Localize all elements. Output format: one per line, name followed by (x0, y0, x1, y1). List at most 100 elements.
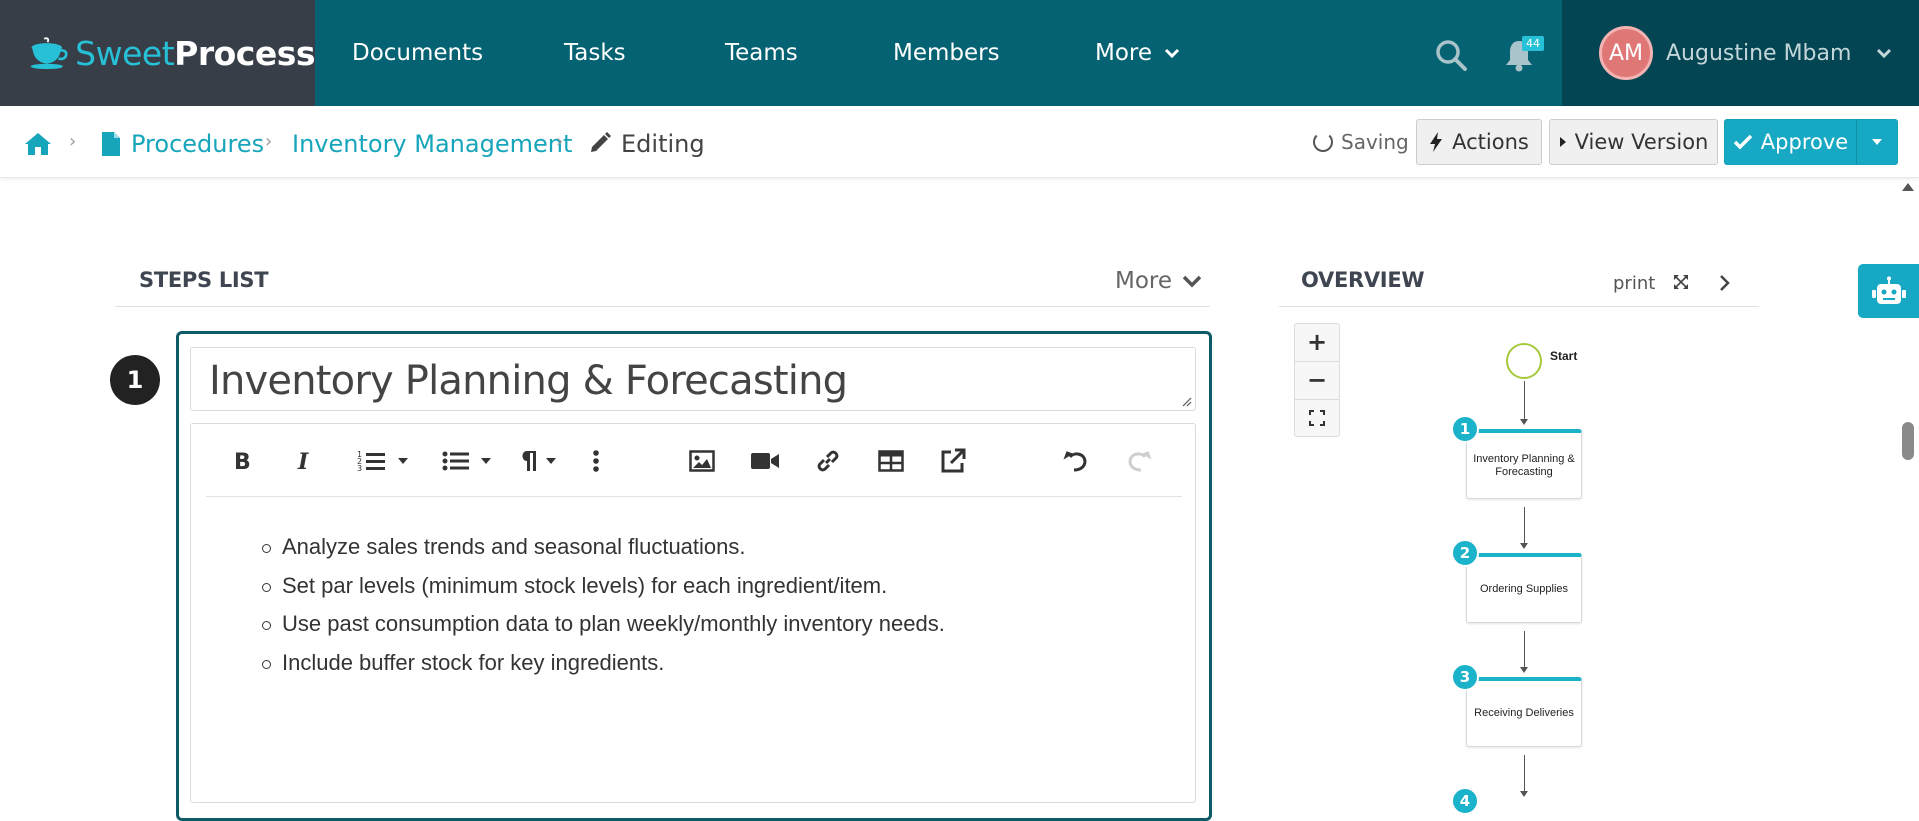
brand-name: SweetProcess (75, 33, 315, 73)
chevron-right-icon[interactable] (1718, 274, 1730, 292)
user-name: Augustine Mbam (1666, 40, 1852, 66)
flow-connector (1524, 507, 1525, 545)
fit-view-button[interactable] (1294, 399, 1340, 437)
step-number-badge: 1 (110, 355, 160, 405)
robot-icon (1871, 276, 1906, 304)
step-title-input[interactable]: Inventory Planning & Forecasting (190, 347, 1196, 411)
unordered-list-icon (442, 451, 469, 471)
home-icon[interactable] (24, 131, 52, 156)
flow-start-node[interactable] (1506, 343, 1542, 379)
saving-status: Saving (1313, 130, 1409, 154)
breadcrumb-procedures[interactable]: Procedures (131, 129, 264, 159)
more-vertical-icon (593, 450, 599, 472)
document-icon (102, 132, 120, 156)
breadcrumb-current: Editing (621, 130, 705, 158)
approve-dropdown-button[interactable] (1856, 119, 1898, 165)
external-link-icon (941, 448, 966, 473)
table-icon (878, 450, 904, 472)
nav-teams[interactable]: Teams (725, 0, 798, 106)
chevron-down-icon (1877, 48, 1892, 59)
avatar: AM (1599, 26, 1653, 80)
caret-down-icon (398, 458, 408, 464)
insert-link-button[interactable] (813, 444, 843, 478)
steps-more-menu[interactable]: More (1115, 268, 1202, 294)
flow-connector (1524, 755, 1525, 793)
print-link[interactable]: print (1613, 273, 1655, 294)
divider (1279, 306, 1759, 307)
caret-down-icon (546, 458, 556, 464)
search-icon[interactable] (1434, 38, 1468, 72)
bold-button[interactable]: B (226, 444, 258, 478)
flow-arrow (1520, 543, 1528, 549)
spinner-icon (1313, 132, 1333, 152)
bolt-icon (1430, 132, 1443, 152)
ordered-list-button[interactable]: 1 2 3 (352, 444, 414, 478)
list-item: Include buffer stock for key ingredients… (262, 645, 945, 684)
insert-video-button[interactable] (749, 444, 781, 478)
scroll-up-arrow[interactable] (1902, 183, 1914, 191)
nav-members[interactable]: Members (893, 0, 1000, 106)
undo-button[interactable] (1061, 444, 1091, 478)
actions-button[interactable]: Actions (1416, 119, 1542, 165)
unordered-list-button[interactable] (436, 444, 498, 478)
link-icon (817, 450, 839, 472)
top-nav: SweetProcess Documents Tasks Teams Membe… (0, 0, 1919, 106)
flow-step-number: 2 (1451, 539, 1479, 567)
flow-arrow (1520, 419, 1528, 425)
redo-button[interactable] (1124, 444, 1154, 478)
breadcrumb-procedure[interactable]: Inventory Management (292, 129, 572, 159)
flow-connector (1524, 381, 1525, 421)
flow-step-box[interactable]: Receiving Deliveries (1466, 677, 1582, 747)
approve-button[interactable]: Approve (1724, 119, 1857, 165)
nav-documents[interactable]: Documents (352, 0, 483, 106)
nav-tasks[interactable]: Tasks (564, 0, 626, 106)
chevron-down-icon (1164, 48, 1180, 59)
flow-connector (1524, 631, 1525, 669)
undo-icon (1063, 451, 1087, 472)
breadcrumb-separator: › (265, 131, 273, 152)
more-options-button[interactable] (584, 444, 608, 478)
list-item: Set par levels (minimum stock levels) fo… (262, 568, 945, 607)
flow-step-number: 3 (1451, 663, 1479, 691)
notification-count-badge: 44 (1522, 36, 1544, 51)
pencil-icon (591, 132, 611, 152)
flow-step-number: 1 (1451, 415, 1479, 443)
flow-step-box[interactable]: Ordering Supplies (1466, 553, 1582, 623)
toolbar-divider (206, 496, 1182, 497)
scrollbar-thumb[interactable] (1902, 422, 1914, 460)
nav-more[interactable]: More (1095, 0, 1180, 106)
italic-button[interactable]: I (288, 444, 320, 478)
assistant-bot-button[interactable] (1858, 264, 1919, 318)
paragraph-format-button[interactable] (514, 444, 562, 478)
flow-arrow (1520, 667, 1528, 673)
brand-logo[interactable]: SweetProcess (0, 0, 315, 106)
resize-grip-icon[interactable] (1182, 397, 1192, 407)
caret-down-icon (1872, 139, 1882, 145)
insert-embed-button[interactable] (938, 444, 968, 478)
caret-down-icon (481, 458, 491, 464)
zoom-in-button[interactable]: + (1294, 323, 1340, 361)
zoom-out-button[interactable]: − (1294, 361, 1340, 399)
caret-right-icon (1559, 137, 1566, 147)
fit-screen-icon (1309, 410, 1325, 426)
list-item: Use past consumption data to plan weekly… (262, 606, 945, 645)
insert-image-button[interactable] (687, 444, 717, 478)
view-version-button[interactable]: View Version (1549, 119, 1718, 165)
list-item: Analyze sales trends and seasonal fluctu… (262, 529, 945, 568)
steps-list-heading: STEPS LIST (139, 268, 269, 292)
user-menu[interactable]: AM Augustine Mbam (1562, 0, 1919, 106)
video-icon (751, 453, 779, 469)
step-content[interactable]: Analyze sales trends and seasonal fluctu… (262, 529, 945, 684)
breadcrumb-separator: › (69, 131, 77, 152)
overview-heading: OVERVIEW (1301, 268, 1425, 292)
ordered-list-icon: 1 2 3 (357, 450, 385, 473)
svg-text:3: 3 (357, 464, 362, 473)
check-icon (1733, 134, 1753, 150)
teacup-logo-icon (30, 37, 68, 70)
divider (115, 306, 1210, 307)
flow-step-box[interactable]: Inventory Planning & Forecasting (1466, 429, 1582, 499)
insert-table-button[interactable] (876, 444, 906, 478)
flow-step-number: 4 (1451, 787, 1479, 815)
svg-text:I: I (297, 449, 309, 473)
expand-icon[interactable] (1673, 274, 1689, 290)
